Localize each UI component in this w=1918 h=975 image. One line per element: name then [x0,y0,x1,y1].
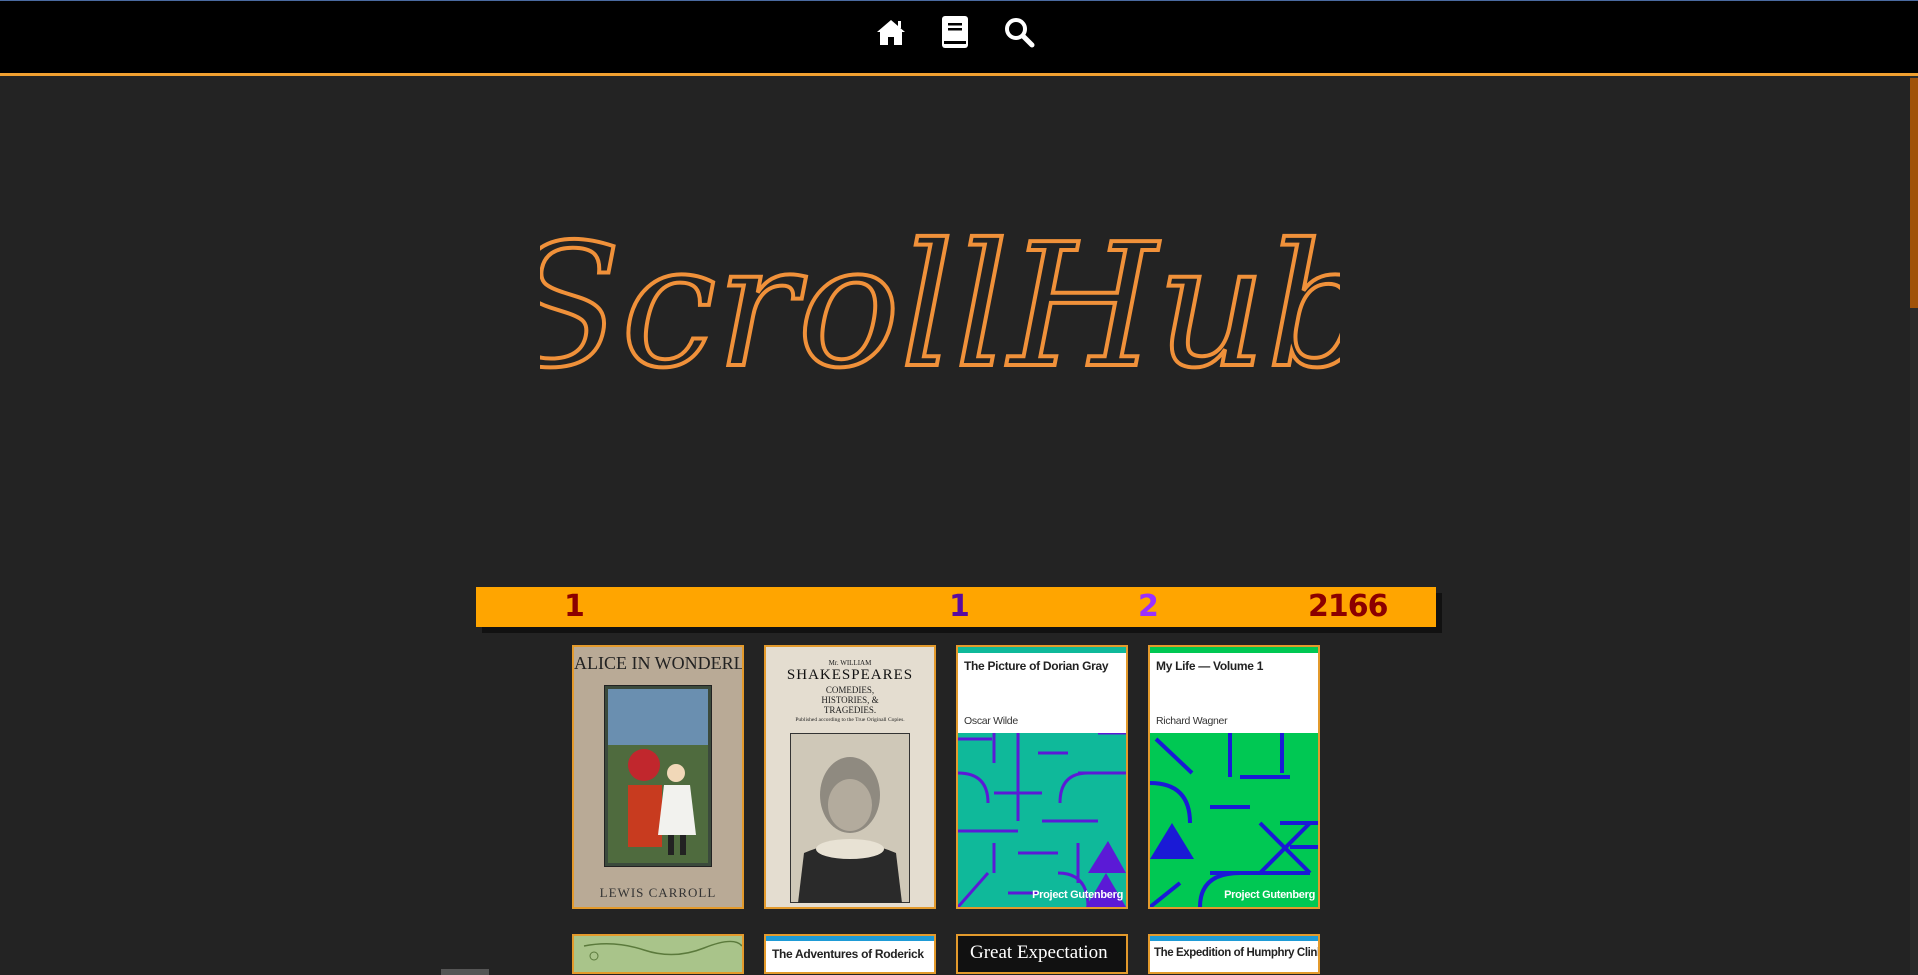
scrollhub-logo: ScrollHub [503,190,1378,480]
book-icon[interactable] [938,14,972,50]
book-title: My Life — Volume 1 [1156,659,1264,673]
book-card-humphry-clinker[interactable]: The Expedition of Humphry Clinker [1148,934,1320,974]
cover-pattern [1150,733,1318,907]
cover-title: ALICE IN WONDERLAND [574,653,744,673]
book-title: The Expedition of Humphry Clinker [1154,947,1320,959]
stat-value-3: 2 [1138,589,1159,624]
cover-line-3: COMEDIES, [825,685,875,695]
book-card-alice[interactable]: ALICE IN WONDERLAND LEWIS CARROLL [572,645,744,909]
search-icon[interactable] [1002,14,1036,50]
cover-line-6: Published according to the True Original… [795,717,905,723]
publisher-label: Project Gutenberg [1032,889,1123,901]
cover-pattern [958,733,1126,907]
book-card-great-expectations[interactable]: Great Expectation [956,934,1128,974]
cover-portrait [790,733,910,903]
window-accent-line [0,0,1918,1]
book-card-roderick[interactable]: The Adventures of Roderick [764,934,936,974]
book-title: Great Expectation [970,942,1108,963]
stats-bar: 1 1 2 2166 [476,587,1436,627]
top-navbar [0,0,1918,76]
cover-line-5: TRAGEDIES. [823,705,877,715]
book-card-row2-1[interactable] [572,934,744,974]
home-icon[interactable] [874,14,908,50]
book-card-dorian-gray[interactable]: The Picture of Dorian Gray Oscar Wilde P… [956,645,1128,909]
book-title: The Adventures of Roderick [772,947,924,961]
book-card-my-life[interactable]: My Life — Volume 1 Richard Wagner Projec… [1148,645,1320,909]
horizontal-scroll-indicator [441,969,489,975]
cover-illustration [604,685,712,867]
page-scrollbar-thumb[interactable] [1910,78,1918,308]
cover-text-area: My Life — Volume 1 Richard Wagner [1150,653,1318,733]
cover-text-area: The Picture of Dorian Gray Oscar Wilde [958,653,1126,733]
book-card-shakespeare[interactable]: Mr. WILLIAM SHAKESPEARES COMEDIES, HISTO… [764,645,936,909]
stat-value-4: 2166 [1308,589,1388,624]
book-author: Oscar Wilde [964,715,1018,727]
stat-value-1: 1 [564,589,585,624]
cover-map-art [574,936,742,972]
cover-line-1: Mr. WILLIAM [828,659,872,667]
cover-line-4: HISTORIES, & [821,695,879,705]
cover-line-2: SHAKESPEARES [786,667,914,683]
nav-icon-group [874,14,1036,50]
cover-author: LEWIS CARROLL [599,885,717,900]
book-title: The Picture of Dorian Gray [964,659,1109,673]
publisher-label: Project Gutenberg [1224,889,1315,901]
stat-value-2: 1 [949,589,970,624]
logo-text: ScrollHub [540,208,1340,406]
book-author: Richard Wagner [1156,715,1228,727]
